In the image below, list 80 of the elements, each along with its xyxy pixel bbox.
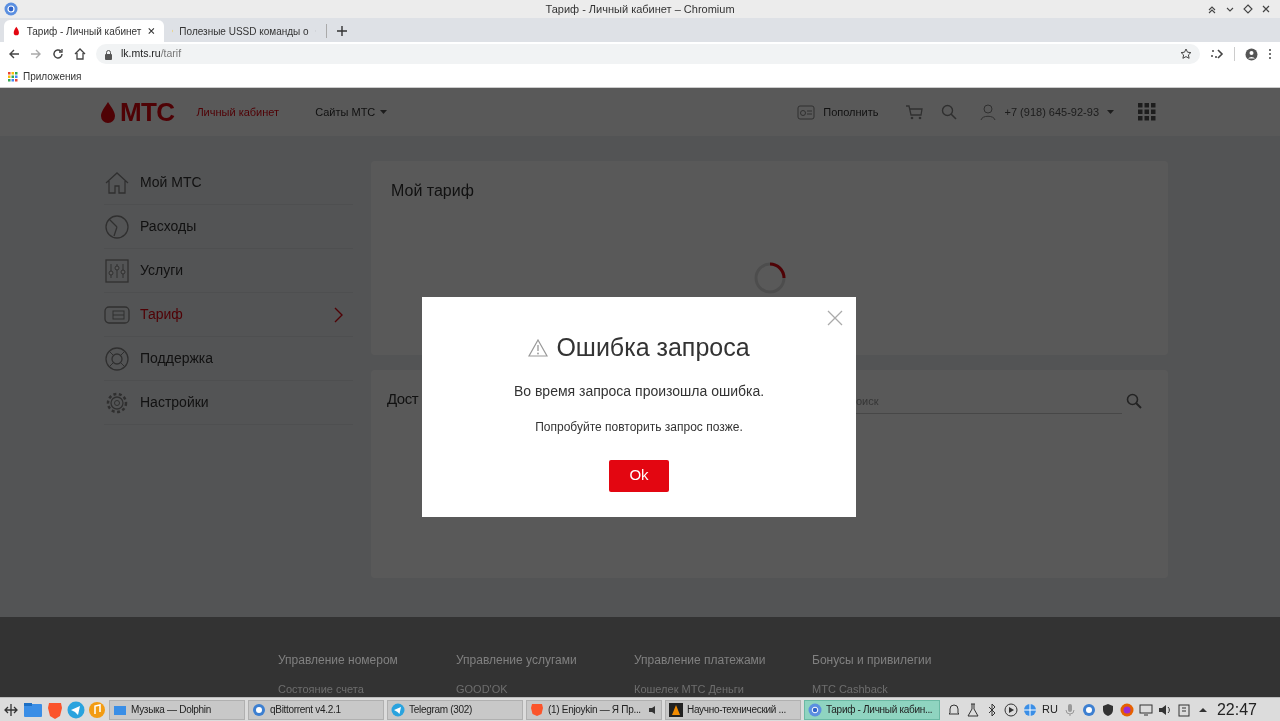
- folder-icon[interactable]: [23, 700, 43, 719]
- footer-heading: Бонусы и привилегии: [812, 652, 933, 669]
- sidebar-item[interactable]: Расходы: [104, 205, 353, 249]
- star-icon[interactable]: [1180, 48, 1192, 60]
- bell-icon[interactable]: [947, 702, 961, 717]
- card-title: Дост: [387, 389, 419, 409]
- top-up-button[interactable]: Пополнить: [797, 103, 879, 121]
- ok-button[interactable]: Ok: [609, 459, 669, 492]
- chromium-icon: [4, 2, 18, 16]
- flask-icon[interactable]: [966, 702, 980, 717]
- shield-icon[interactable]: [1100, 702, 1115, 717]
- sidebar-item[interactable]: Тариф: [104, 293, 353, 337]
- chromium-icon: [808, 702, 822, 717]
- dialog-hint: Попробуйте повторить запрос позже.: [535, 418, 743, 436]
- drop-icon: [12, 25, 21, 37]
- lock-icon: [104, 48, 113, 60]
- footer-heading: Управление номером: [278, 652, 399, 669]
- window-title: Тариф - Личный кабинет – Chromium: [545, 1, 735, 17]
- fox-icon[interactable]: [1119, 702, 1134, 717]
- clock: 22:47: [1216, 699, 1257, 720]
- taskbar-window[interactable]: qBittorrent v4.2.1: [248, 699, 384, 720]
- apps-grid-icon: [8, 71, 18, 82]
- url-path: /tarif: [160, 47, 182, 60]
- wallet-icon: [797, 103, 816, 121]
- footer-link[interactable]: Кошелек МТС Деньги: [634, 681, 812, 697]
- lifebuoy-icon: [104, 345, 130, 372]
- caret-icon: [1107, 109, 1114, 115]
- sliders-icon: [104, 257, 130, 284]
- paper-plane-icon: [391, 702, 405, 717]
- reload-icon[interactable]: [52, 48, 64, 60]
- url-host: lk.mts.ru: [121, 47, 161, 60]
- apps-grid-icon[interactable]: [1138, 103, 1156, 121]
- sidebar-item[interactable]: Поддержка: [104, 337, 353, 381]
- qb-icon[interactable]: [1081, 702, 1096, 717]
- qb-icon: [252, 702, 266, 717]
- clipboard-icon[interactable]: [1176, 702, 1191, 717]
- caret-icon: [380, 109, 388, 115]
- bookmark-item[interactable]: Приложения: [8, 69, 82, 84]
- sidebar-item[interactable]: Услуги: [104, 249, 353, 293]
- footer-link[interactable]: Состояние счета: [278, 681, 456, 697]
- dialog-message: Во время запроса произошла ошибка.: [513, 381, 765, 401]
- footer-heading: Управление услугами: [456, 652, 578, 669]
- taskbar-window[interactable]: Telegram (302): [387, 699, 523, 720]
- footer-heading: Управление платежами: [634, 652, 767, 669]
- back-icon[interactable]: [8, 48, 20, 60]
- sites-dropdown[interactable]: Сайты МТС: [315, 103, 388, 121]
- logo-text: МТС: [120, 99, 175, 125]
- taskbar-window[interactable]: (1) Enjoykin — Я Пр...: [526, 699, 662, 720]
- footer-link[interactable]: GOOD'OK: [456, 681, 634, 697]
- more-menu-icon[interactable]: [1268, 48, 1272, 60]
- browser-tab[interactable]: Тариф - Личный кабинет: [4, 20, 164, 42]
- cabinet-link[interactable]: Личный кабинет: [196, 103, 280, 121]
- home-icon[interactable]: [74, 48, 86, 60]
- paper-plane-icon[interactable]: [67, 700, 85, 719]
- address-bar[interactable]: lk.mts.ru/tarif: [96, 44, 1200, 64]
- warning-icon: [528, 338, 549, 357]
- tab-title: Тариф - Личный кабинет: [26, 24, 142, 39]
- sidebar-item[interactable]: Настройки: [104, 381, 353, 425]
- pie-chart-icon: [104, 213, 130, 240]
- play-icon[interactable]: [1004, 702, 1018, 717]
- tab-title: Полезные USSD команды о: [179, 24, 309, 39]
- footer-link[interactable]: MTC Cashback: [812, 681, 990, 697]
- drop-icon: [100, 101, 116, 123]
- maximize-icon[interactable]: [1242, 3, 1254, 15]
- speaker-icon: [648, 704, 658, 715]
- account-icon[interactable]: [1245, 47, 1258, 61]
- user-icon: [978, 103, 997, 121]
- cast-icon[interactable]: [1210, 48, 1224, 60]
- dialog-title: Ошибка запроса: [556, 332, 750, 363]
- account-menu[interactable]: +7 (918) 645-92-93: [978, 103, 1114, 121]
- speaker-icon[interactable]: [1157, 702, 1172, 717]
- card-title: Мой тариф: [391, 181, 475, 201]
- keyboard-layout[interactable]: RU: [1042, 701, 1058, 718]
- taskbar-window[interactable]: Научно-технический ...: [665, 699, 801, 720]
- cone-icon: [669, 702, 683, 717]
- loading-spinner-icon: [753, 261, 787, 295]
- chevron-icon: [333, 306, 343, 323]
- taskbar-window[interactable]: Тариф - Личный кабин...: [804, 699, 940, 720]
- sidebar-item[interactable]: Мой МТС: [104, 161, 353, 205]
- taskbar-window[interactable]: Музыка — Dolphin: [109, 699, 245, 720]
